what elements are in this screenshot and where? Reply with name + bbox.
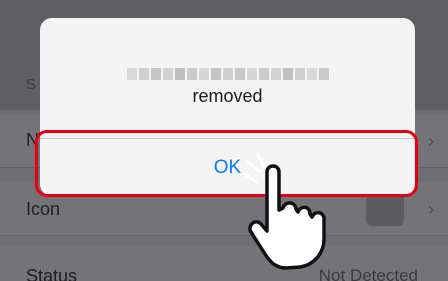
redacted-pixel-block xyxy=(234,68,245,80)
pointing-hand-icon xyxy=(243,152,326,270)
alert-message: removed xyxy=(192,86,263,106)
redacted-pixel-block xyxy=(150,68,161,80)
redacted-pixel-block xyxy=(246,68,257,80)
list-row-name-label: N xyxy=(26,130,39,150)
chevron-right-icon: › xyxy=(428,131,434,151)
redacted-pixel-block xyxy=(294,68,305,80)
redacted-pixel-block xyxy=(174,68,185,80)
redacted-pixel-block xyxy=(162,68,173,80)
redacted-pixel-block xyxy=(282,68,293,80)
redacted-title-text xyxy=(126,68,329,80)
redacted-pixel-block xyxy=(222,68,233,80)
redacted-pixel-block xyxy=(318,68,329,80)
redacted-pixel-block xyxy=(210,68,221,80)
redacted-pixel-block xyxy=(258,68,269,80)
redacted-pixel-block xyxy=(126,68,137,80)
redacted-pixel-block xyxy=(306,68,317,80)
redacted-pixel-block xyxy=(198,68,209,80)
ok-button[interactable]: OK xyxy=(40,139,415,196)
list-row-status[interactable]: Status Not Detected xyxy=(0,246,448,281)
redacted-pixel-block xyxy=(138,68,149,80)
chevron-right-icon: › xyxy=(428,199,434,219)
app-icon-thumbnail xyxy=(366,192,404,226)
list-row-icon-label: Icon xyxy=(26,199,61,219)
redacted-pixel-block xyxy=(270,68,281,80)
alert-dialog: removed OK xyxy=(40,18,415,196)
section-header-label: S xyxy=(26,76,37,93)
list-row-status-label: Status xyxy=(26,266,78,281)
redacted-pixel-block xyxy=(186,68,197,80)
alert-title xyxy=(40,68,415,80)
